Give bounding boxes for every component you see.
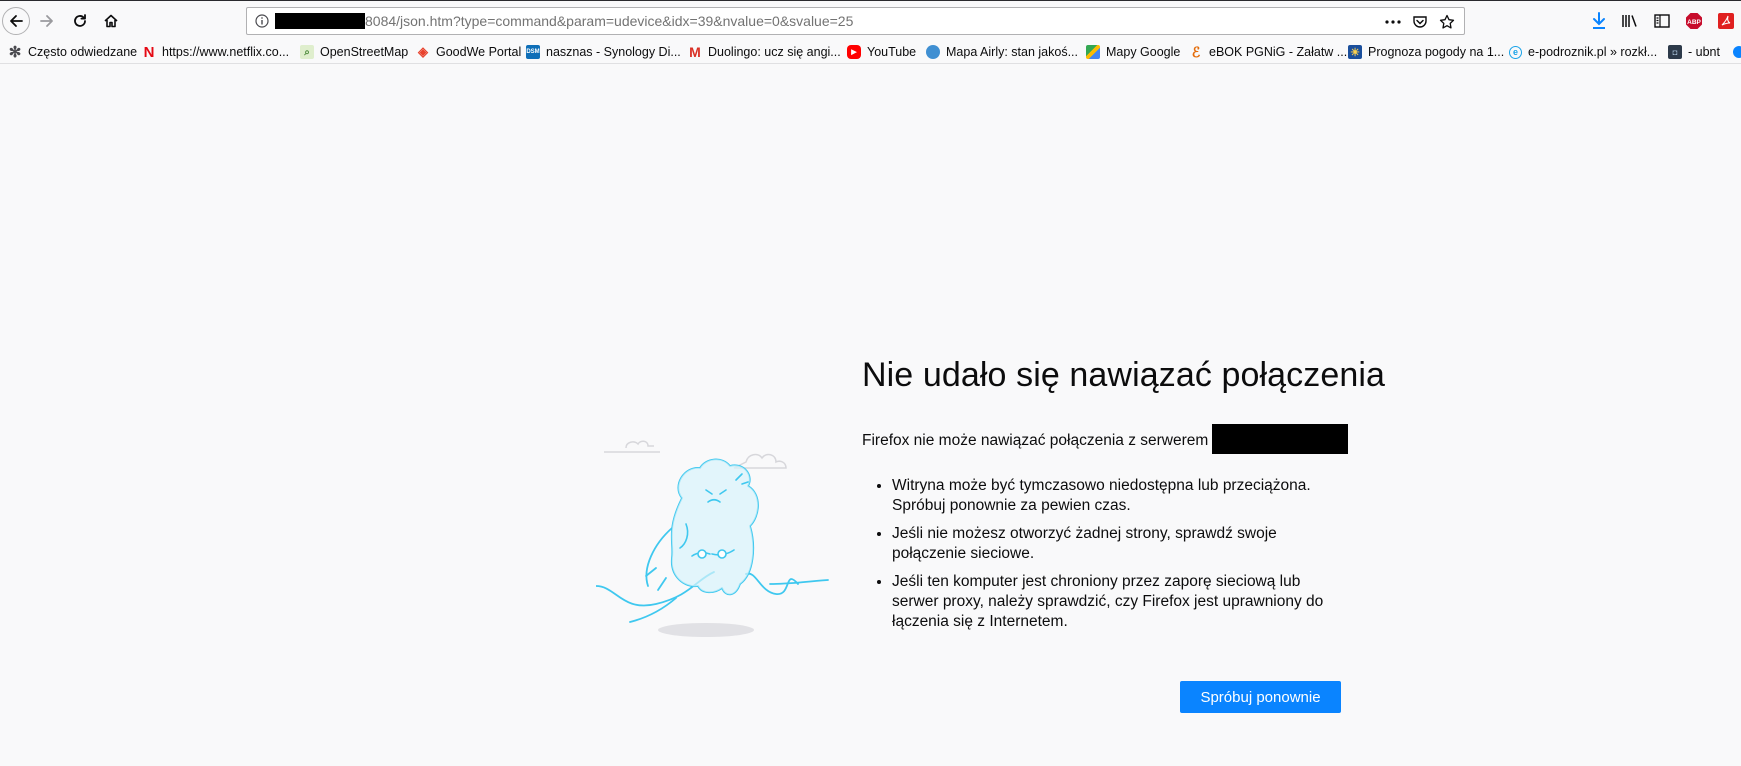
google-maps-icon [1086,45,1100,59]
bookmark-item[interactable]: ▶ YouTube [847,43,916,61]
bookmark-item[interactable]: Mapa Airly: stan jakoś... [926,43,1078,61]
weather-icon: ☀ [1348,45,1362,59]
bookmark-item[interactable]: ✻ Często odwiedzane [8,43,137,61]
bookmark-item[interactable]: ◘ - ubnt [1668,43,1720,61]
adblock-plus-icon[interactable]: ABP [1684,11,1704,31]
goodwe-icon: ◈ [418,44,428,59]
bookmark-item[interactable]: ◈ GoodWe Portal [416,43,521,61]
bookmark-item[interactable]: ☀ Prognoza pogody na 1... [1348,43,1504,61]
page-title: Nie udało się nawiązać połączenia [862,356,1386,394]
redacted-server-name [1212,424,1349,454]
url-redacted-host [275,13,365,29]
svg-text:ABP: ABP [1687,19,1701,26]
dsm-icon: DSM [526,45,540,59]
reload-button[interactable] [66,7,94,35]
bookmark-item[interactable]: Mapy Google [1086,43,1180,61]
airly-icon [926,45,940,59]
osm-icon: ⌕ [300,45,314,59]
gmail-icon: M [689,44,701,60]
list-item: Witryna może być tymczasowo niedostępna … [892,476,1342,516]
list-item: Jeśli nie możesz otworzyć żadnej strony,… [892,524,1342,564]
epodroznik-icon: e [1509,45,1522,59]
page-actions-icon[interactable] [1383,12,1403,32]
pocket-icon[interactable] [1410,12,1430,32]
pgnig-icon: ℰ [1191,43,1201,60]
bookmark-item[interactable]: N https://www.netflix.co... [142,43,290,61]
forward-button[interactable] [33,7,61,35]
bookmark-item[interactable]: DSM nasznas - Synology Di... [526,43,681,61]
bookmark-star-icon[interactable] [1437,12,1457,32]
navigation-toolbar: 8084/json.htm?type=command&param=udevice… [0,0,1741,40]
url-text[interactable]: 8084/json.htm?type=command&param=udevice… [365,13,853,30]
back-button[interactable] [2,7,30,35]
home-icon [104,14,118,28]
ubnt-icon: ◘ [1668,45,1682,59]
netflix-icon: N [143,43,155,61]
sidebar-icon[interactable] [1652,11,1672,31]
bookmark-overflow-icon[interactable] [1733,43,1741,61]
error-description: Firefox nie może nawiązać połączenia z s… [862,424,1349,456]
home-button[interactable] [97,7,125,35]
youtube-icon: ▶ [847,45,861,59]
reload-icon [74,14,86,27]
error-suggestions-list: Witryna może być tymczasowo niedostępna … [862,476,1342,640]
url-bar[interactable]: 8084/json.htm?type=command&param=udevice… [246,7,1465,35]
info-icon[interactable] [253,12,271,30]
back-icon [10,15,23,27]
bookmark-item[interactable]: ℰ eBOK PGNiG - Załatw ... [1189,43,1347,61]
gear-icon: ✻ [8,44,22,61]
download-icon[interactable] [1589,11,1609,31]
bookmarks-toolbar: ✻ Często odwiedzane N https://www.netfli… [0,40,1741,64]
forward-icon [40,15,53,27]
pdf-extension-icon[interactable] [1716,11,1736,31]
try-again-button[interactable]: Spróbuj ponownie [1180,681,1341,713]
bookmark-item[interactable]: ⌕ OpenStreetMap [300,43,408,61]
bookmark-item[interactable]: M Duolingo: ucz się angi... [688,43,841,61]
list-item: Jeśli ten komputer jest chroniony przez … [892,572,1342,632]
library-icon[interactable] [1620,11,1640,31]
disconnected-cable-illustration [596,440,829,637]
bookmark-item[interactable]: e e-podroznik.pl » rozkł... [1509,43,1657,61]
